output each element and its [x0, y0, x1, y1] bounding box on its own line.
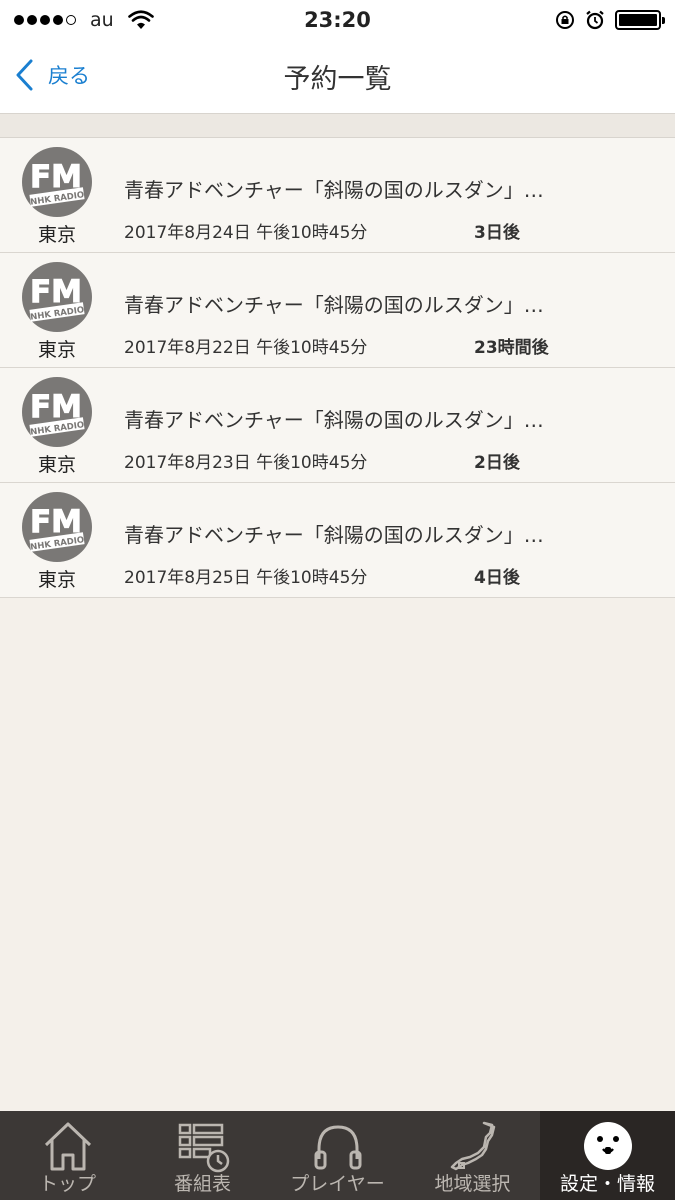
program-title: 青春アドベンチャー「斜陽の国のルスダン」… — [124, 408, 544, 432]
reservation-row[interactable]: FM NHK RADIO 東京 青春アドベンチャー「斜陽の国のルスダン」… 20… — [0, 483, 675, 598]
tab-settings-info[interactable]: 設定・情報 — [540, 1111, 675, 1200]
back-button[interactable]: 戻る — [14, 58, 90, 92]
schedule-icon — [178, 1123, 229, 1173]
nhk-fm-logo-icon: FM NHK RADIO — [22, 492, 92, 562]
page-title: 予約一覧 — [283, 64, 392, 95]
alarm-icon — [586, 10, 604, 30]
mascot-icon — [583, 1122, 632, 1170]
status-right — [555, 10, 665, 30]
time-remaining: 4日後 — [474, 568, 520, 588]
reservation-row[interactable]: FM NHK RADIO 東京 青春アドベンチャー「斜陽の国のルスダン」… 20… — [0, 138, 675, 253]
navigation-bar: 戻る 予約一覧 — [0, 40, 675, 114]
station-label: 東京 — [37, 569, 76, 591]
program-datetime: 2017年8月23日 午後10時45分 — [124, 453, 368, 473]
tab-schedule[interactable]: 番組表 — [135, 1111, 270, 1200]
program-title: 青春アドベンチャー「斜陽の国のルスダン」… — [124, 178, 544, 202]
reservation-row[interactable]: FM NHK RADIO 東京 青春アドベンチャー「斜陽の国のルスダン」… 20… — [0, 368, 675, 483]
nhk-fm-logo-icon: FM NHK RADIO — [22, 262, 92, 332]
program-title: 青春アドベンチャー「斜陽の国のルスダン」… — [124, 293, 544, 317]
station-label: 東京 — [37, 454, 76, 476]
tab-region-select[interactable]: 地域選択 — [405, 1111, 540, 1200]
time-remaining: 2日後 — [474, 453, 520, 473]
headphones-icon — [314, 1125, 361, 1170]
station: FM NHK RADIO 東京 — [20, 491, 94, 592]
reservation-row[interactable]: FM NHK RADIO 東京 青春アドベンチャー「斜陽の国のルスダン」… 20… — [0, 253, 675, 368]
nhk-fm-logo-icon: FM NHK RADIO — [22, 377, 92, 447]
battery-icon — [615, 10, 665, 30]
time-remaining: 3日後 — [474, 223, 520, 243]
tab-label: プレイヤー — [290, 1173, 385, 1195]
carrier-name: au — [90, 9, 114, 31]
time-remaining: 23時間後 — [474, 338, 549, 358]
chevron-left-icon — [16, 59, 33, 91]
tab-label: トップ — [38, 1173, 96, 1195]
japan-map-icon — [450, 1121, 495, 1171]
back-label: 戻る — [48, 64, 90, 88]
reservation-list: FM NHK RADIO 東京 青春アドベンチャー「斜陽の国のルスダン」… 20… — [0, 138, 675, 598]
status-left: au — [14, 9, 154, 31]
tab-bar: トップ 番組表 プレイヤー 地域選択 設定・情報 — [0, 1111, 675, 1200]
program-datetime: 2017年8月24日 午後10時45分 — [124, 223, 368, 243]
tab-label: 地域選択 — [434, 1173, 511, 1195]
tab-label: 番組表 — [173, 1173, 231, 1195]
station-label: 東京 — [37, 224, 76, 246]
status-bar: au 23:20 — [0, 0, 675, 40]
station: FM NHK RADIO 東京 — [20, 261, 94, 362]
station: FM NHK RADIO 東京 — [20, 376, 94, 477]
tab-player[interactable]: プレイヤー — [270, 1111, 405, 1200]
nhk-fm-logo-icon: FM NHK RADIO — [22, 147, 92, 217]
program-datetime: 2017年8月22日 午後10時45分 — [124, 338, 368, 358]
program-datetime: 2017年8月25日 午後10時45分 — [124, 568, 368, 588]
rotation-lock-icon — [556, 11, 574, 29]
wifi-icon — [127, 10, 154, 29]
home-icon — [44, 1122, 91, 1171]
signal-strength-icon — [14, 15, 76, 25]
program-title: 青春アドベンチャー「斜陽の国のルスダン」… — [124, 523, 544, 547]
station-label: 東京 — [37, 339, 76, 361]
station: FM NHK RADIO 東京 — [20, 146, 94, 247]
tab-top[interactable]: トップ — [0, 1111, 135, 1200]
section-divider — [0, 114, 675, 138]
tab-label: 設定・情報 — [559, 1173, 655, 1195]
